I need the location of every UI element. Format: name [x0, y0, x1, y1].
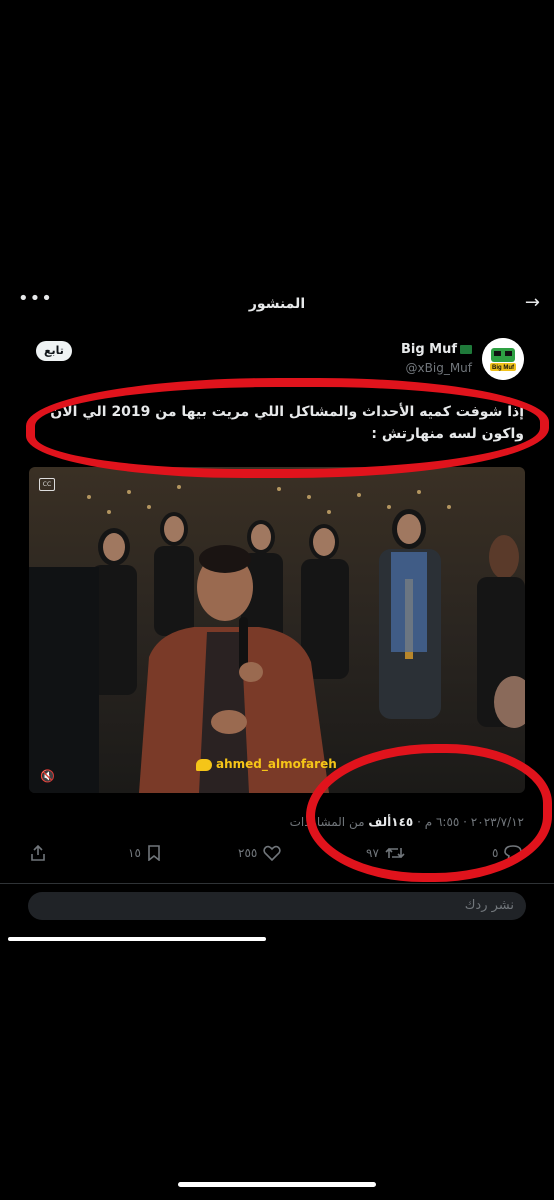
author-name[interactable]: Big Muf: [401, 342, 472, 357]
follow-button[interactable]: تابع: [36, 341, 72, 361]
share-icon: [31, 845, 45, 861]
watermark-bird-icon: [196, 758, 212, 771]
author-name-text: Big Muf: [400, 342, 457, 357]
saudi-flag-icon: [460, 345, 472, 354]
muted-speaker-icon[interactable]: 🔇: [40, 769, 55, 783]
author-handle[interactable]: @xBig_Muf: [406, 361, 472, 375]
annotation-circle-text: [26, 378, 549, 478]
bookmark-button[interactable]: ١٥: [128, 845, 161, 861]
avatar-image: Big Muf: [482, 338, 524, 380]
avatar-label: Big Muf: [492, 365, 515, 371]
video-watermark: ahmed_almofareh: [196, 757, 337, 771]
watermark-text: ahmed_almofareh: [216, 757, 337, 771]
reply-input[interactable]: [28, 892, 526, 920]
like-count: ٢٥٥: [238, 846, 258, 860]
captions-icon[interactable]: CC: [39, 478, 55, 491]
home-indicator: [8, 937, 266, 941]
avatar[interactable]: Big Muf: [482, 338, 524, 380]
bookmark-count: ١٥: [128, 846, 141, 860]
back-arrow-icon[interactable]: →: [525, 292, 540, 313]
annotation-circle-stats: [306, 744, 552, 882]
divider: [0, 883, 554, 884]
page-title: المنشور: [248, 296, 306, 312]
home-indicator-bottom: [178, 1182, 376, 1187]
like-button[interactable]: ٢٥٥: [238, 845, 282, 861]
heart-icon: [263, 845, 282, 861]
bookmark-icon: [148, 845, 160, 861]
share-button[interactable]: [30, 845, 46, 861]
reply-placeholder: نشر ردك: [464, 898, 514, 913]
